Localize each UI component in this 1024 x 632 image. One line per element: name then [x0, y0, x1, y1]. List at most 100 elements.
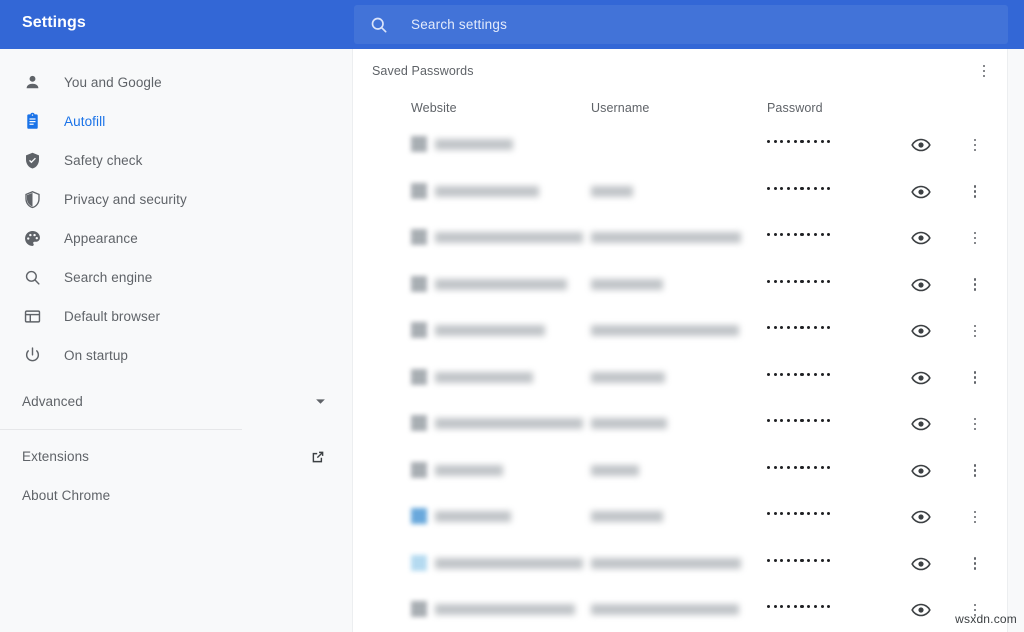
clipboard-icon [22, 112, 42, 132]
website-value [435, 232, 583, 243]
table-row[interactable] [353, 216, 1007, 263]
table-row[interactable] [353, 309, 1007, 356]
eye-icon[interactable] [911, 182, 931, 202]
sidebar-item-autofill[interactable]: Autofill [0, 102, 352, 141]
website-value [435, 464, 503, 476]
sidebar-item-label: On startup [64, 348, 129, 363]
sidebar-item-label: About Chrome [22, 488, 111, 503]
top-bar: Settings Search settings [0, 0, 1024, 49]
more-vert-icon[interactable] [965, 368, 985, 388]
password-value [767, 465, 831, 469]
site-favicon [411, 368, 427, 385]
saved-passwords-card: Saved Passwords Website Username Passwor… [352, 49, 1008, 632]
username-value [591, 325, 739, 336]
more-vert-icon[interactable] [965, 507, 985, 527]
eye-icon[interactable] [911, 368, 931, 388]
more-vert-icon[interactable] [965, 554, 985, 574]
eye-icon[interactable] [911, 321, 931, 341]
password-rows [353, 123, 1007, 632]
search-icon [371, 17, 387, 32]
sidebar-item-you-and-google[interactable]: You and Google [0, 63, 352, 102]
eye-icon[interactable] [911, 461, 931, 481]
main-content: Saved Passwords Website Username Passwor… [352, 49, 1024, 632]
browser-window-icon [22, 307, 42, 327]
sidebar-item-on-startup[interactable]: On startup [0, 336, 352, 375]
site-favicon [411, 275, 427, 292]
eye-icon[interactable] [911, 507, 931, 527]
table-row[interactable] [353, 542, 1007, 589]
sidebar-advanced-toggle[interactable]: Advanced [0, 382, 352, 421]
person-icon [22, 73, 42, 93]
sidebar-item-default-browser[interactable]: Default browser [0, 297, 352, 336]
more-vert-icon[interactable] [965, 461, 985, 481]
eye-icon[interactable] [911, 554, 931, 574]
more-vert-icon[interactable] [965, 182, 985, 202]
more-vert-icon[interactable] [973, 60, 995, 82]
sidebar-item-label: Extensions [22, 449, 90, 464]
external-link-icon [312, 451, 324, 462]
palette-icon [22, 229, 42, 249]
saved-passwords-header: Saved Passwords [353, 49, 1007, 93]
sidebar-advanced-label: Advanced [22, 394, 83, 409]
table-row[interactable] [353, 123, 1007, 170]
more-vert-icon[interactable] [965, 414, 985, 434]
eye-icon[interactable] [911, 414, 931, 434]
eye-icon[interactable] [911, 275, 931, 295]
sidebar-item-search-engine[interactable]: Search engine [0, 258, 352, 297]
table-row[interactable] [353, 588, 1007, 632]
eye-icon[interactable] [911, 228, 931, 248]
section-title: Saved Passwords [372, 64, 474, 78]
username-value [591, 464, 639, 476]
sidebar-item-label: Default browser [64, 309, 161, 324]
site-favicon [411, 601, 427, 617]
sidebar-item-safety-check[interactable]: Safety check [0, 141, 352, 180]
password-value [767, 140, 831, 144]
more-vert-icon[interactable] [965, 135, 985, 155]
eye-icon[interactable] [911, 135, 931, 155]
sidebar-item-label: Privacy and security [64, 192, 187, 207]
more-vert-icon[interactable] [965, 228, 985, 248]
column-header-username: Username [591, 101, 650, 115]
website-value [435, 604, 575, 615]
more-vert-icon[interactable] [965, 321, 985, 341]
search-input[interactable]: Search settings [354, 5, 1008, 44]
password-value [767, 279, 831, 283]
website-value [435, 278, 567, 290]
power-icon [22, 346, 42, 366]
password-value [767, 372, 831, 376]
table-row[interactable] [353, 449, 1007, 496]
site-favicon [411, 415, 427, 431]
username-value [591, 418, 667, 429]
site-favicon [411, 322, 427, 338]
shield-check-icon [22, 151, 42, 171]
username-value [591, 557, 741, 569]
table-row[interactable] [353, 356, 1007, 403]
column-header-website: Website [411, 101, 457, 115]
site-favicon [411, 136, 427, 152]
sidebar-item-label: You and Google [64, 75, 162, 90]
username-value [591, 604, 739, 615]
sidebar-item-appearance[interactable]: Appearance [0, 219, 352, 258]
website-value [435, 371, 533, 383]
eye-icon[interactable] [911, 600, 931, 620]
shield-half-icon [22, 190, 42, 210]
site-favicon [411, 554, 427, 571]
chevron-down-icon [316, 399, 325, 404]
password-value [767, 558, 831, 562]
sidebar-item-extensions[interactable]: Extensions [0, 437, 352, 476]
sidebar-item-label: Appearance [64, 231, 138, 246]
website-value [435, 511, 511, 522]
table-row[interactable] [353, 495, 1007, 542]
password-value [767, 605, 831, 609]
more-vert-icon[interactable] [965, 275, 985, 295]
username-value [591, 185, 633, 197]
search-icon [22, 268, 42, 288]
table-row[interactable] [353, 263, 1007, 310]
table-row[interactable] [353, 402, 1007, 449]
sidebar-item-about-chrome[interactable]: About Chrome [0, 476, 352, 515]
sidebar: You and Google Autofill Safety check Pri… [0, 49, 352, 632]
site-favicon [411, 461, 427, 478]
column-header-password: Password [767, 101, 823, 115]
sidebar-item-privacy-and-security[interactable]: Privacy and security [0, 180, 352, 219]
table-row[interactable] [353, 170, 1007, 217]
